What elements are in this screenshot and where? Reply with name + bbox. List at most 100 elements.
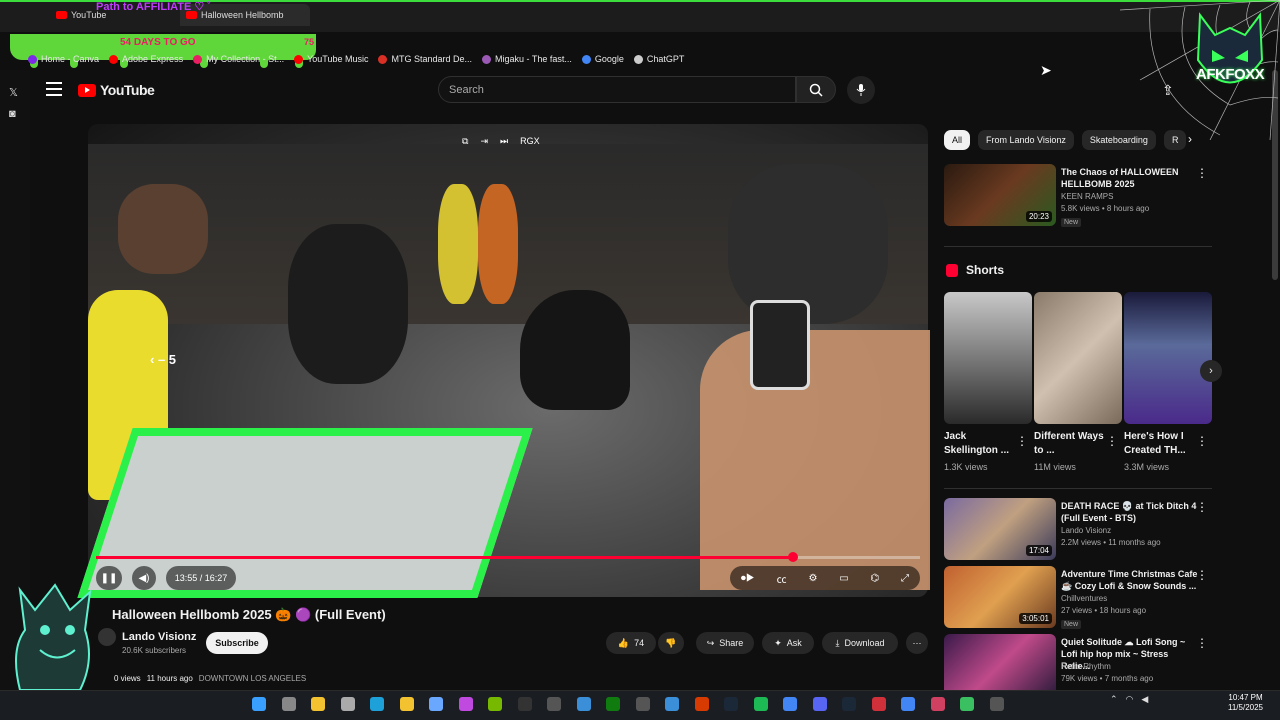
task-view-icon[interactable] [281, 697, 296, 711]
x-twitter-icon[interactable]: 𝕏 [9, 86, 18, 99]
recommendation-title[interactable]: Adventure Time Christmas Cafe ☕ Cozy Lof… [1061, 568, 1199, 592]
subscribe-button[interactable]: Subscribe [206, 632, 268, 654]
like-button[interactable]: 👍 74 [606, 632, 656, 654]
video-thumbnail[interactable]: 20:23 [944, 164, 1056, 226]
chip-from-channel[interactable]: From Lando Visionz [978, 130, 1074, 150]
recommendation-channel[interactable]: KEEN RAMPS [1061, 192, 1113, 201]
speaker-icon[interactable]: ◀ [1141, 694, 1148, 705]
more-vert-icon[interactable]: ⋮ [1196, 568, 1208, 582]
theater-icon[interactable]: ⇥ [480, 136, 488, 147]
search-input[interactable]: Search [438, 76, 796, 103]
bookmark-my-collection[interactable]: My Collection - St... [193, 54, 284, 64]
channel-name[interactable]: Lando Visionz [122, 631, 196, 643]
bookmark-chatgpt[interactable]: ChatGPT [633, 54, 684, 64]
obs2-icon[interactable] [930, 697, 945, 711]
fullscreen-icon[interactable]: ⤢ [901, 573, 909, 584]
windows-start-icon[interactable] [252, 697, 266, 711]
app4-icon[interactable] [989, 697, 1004, 711]
more-vert-icon[interactable]: ⋮ [1196, 500, 1208, 514]
chevron-up-icon[interactable]: ⌃ [1110, 694, 1118, 705]
next-icon[interactable]: ⏭ [500, 136, 508, 147]
more-vert-icon[interactable]: ⋮ [1106, 434, 1118, 448]
office-icon[interactable] [694, 697, 709, 711]
more-vert-icon[interactable]: ⋮ [1196, 434, 1208, 448]
short-title[interactable]: Here's How I Created TH... [1124, 430, 1200, 458]
system-tray: ⌃ ◠ ◀ [1110, 694, 1148, 705]
recommendation-item[interactable]: 17:04 DEATH RACE 💀 at Tick Ditch 4 (Full… [944, 498, 1212, 562]
voice-search-button[interactable] [847, 76, 875, 104]
recommendation-title[interactable]: The Chaos of HALLOWEEN HELLBOMB 2025 [1061, 166, 1199, 190]
recommendation-item[interactable]: 3:05:01 Adventure Time Christmas Cafe ☕ … [944, 566, 1212, 630]
spotify-icon[interactable] [753, 697, 768, 711]
network-icon[interactable]: ◠ [1126, 694, 1134, 705]
settings-icon[interactable] [340, 697, 355, 711]
taskbar-clock[interactable]: 10:47 PM 11/5/2025 [1228, 693, 1263, 713]
copilot-icon[interactable] [458, 697, 473, 711]
chip-all[interactable]: All [944, 130, 971, 150]
recommendation-channel[interactable]: Lando Visionz [1061, 526, 1111, 535]
short-thumbnail[interactable] [1124, 292, 1212, 424]
steam-icon[interactable] [724, 697, 738, 711]
more-vert-icon[interactable]: ⋮ [1196, 166, 1208, 180]
settings-icon[interactable]: ⚙ [808, 573, 817, 584]
video-meta: 0 views 11 hours ago DOWNTOWN LOS ANGELE… [114, 674, 306, 683]
photos-icon[interactable] [576, 697, 591, 711]
xbox-icon[interactable] [606, 697, 620, 711]
volume-button[interactable]: ◀) [132, 566, 156, 590]
bookmark-adobe-express[interactable]: Adobe Express [109, 54, 183, 64]
short-thumbnail[interactable] [944, 292, 1032, 424]
bookmark-canva[interactable]: Home - Canva [28, 54, 99, 64]
explorer-icon[interactable] [399, 697, 414, 711]
download-button[interactable]: ⤓ Download [822, 632, 898, 654]
more-vert-icon[interactable]: ⋮ [1196, 636, 1208, 650]
adobe-icon [109, 54, 119, 64]
recommendation-channel[interactable]: Chillventures [1061, 594, 1107, 603]
davinci-icon[interactable] [517, 697, 532, 711]
video-thumbnail[interactable] [944, 634, 1056, 690]
share-button[interactable]: ↪ Share [696, 632, 754, 654]
bookmark-youtube-music[interactable]: YouTube Music [294, 54, 368, 64]
app2-icon[interactable] [871, 697, 886, 711]
more-actions-button[interactable]: ⋯ [906, 632, 928, 654]
discord-icon[interactable] [812, 697, 827, 711]
cast-icon[interactable]: ⌬ [871, 573, 880, 584]
autoplay-toggle-icon[interactable]: ⏺▶ [741, 573, 755, 584]
app-icon[interactable] [665, 697, 679, 711]
chrome2-icon[interactable] [901, 697, 915, 711]
search-button[interactable] [796, 76, 836, 103]
files-icon[interactable] [311, 697, 325, 711]
shorts-next-button[interactable]: › [1200, 360, 1222, 382]
steam2-icon[interactable] [842, 697, 856, 711]
app3-icon[interactable] [960, 697, 974, 711]
video-thumbnail[interactable]: 17:04 [944, 498, 1056, 560]
recommendation-item[interactable]: 20:23 The Chaos of HALLOWEEN HELLBOMB 20… [944, 164, 1212, 228]
recommendation-item[interactable]: Quiet Solitude ☁ Lofi Song ~ Lofi hip ho… [944, 634, 1212, 690]
short-title[interactable]: Different Ways to ... [1034, 430, 1110, 458]
ask-button[interactable]: ✦ Ask [762, 632, 814, 654]
notepad-icon[interactable] [429, 697, 443, 711]
location-tag[interactable]: DOWNTOWN LOS ANGELES [199, 674, 306, 683]
search-icon [809, 83, 823, 97]
miniplayer-icon[interactable]: ⧉ [462, 136, 468, 147]
bookmark-mtg[interactable]: MTG Standard De... [378, 54, 472, 64]
bookmark-migaku[interactable]: Migaku - The fast... [482, 54, 572, 64]
short-title[interactable]: Jack Skellington ... [944, 430, 1020, 458]
menu-icon[interactable] [46, 82, 62, 96]
recommendation-title[interactable]: DEATH RACE 💀 at Tick Ditch 4 (Full Event… [1061, 500, 1199, 524]
discord-icon[interactable]: ◙ [9, 108, 16, 120]
chrome-icon[interactable] [783, 697, 797, 711]
dislike-button[interactable]: 👎 [658, 632, 684, 654]
rgx-label[interactable]: RGX [520, 136, 540, 147]
terminal-icon[interactable] [547, 697, 561, 711]
bookmark-google[interactable]: Google [581, 54, 624, 64]
obs-icon[interactable] [635, 697, 650, 711]
video-thumbnail[interactable]: 3:05:01 [944, 566, 1056, 628]
edge-icon[interactable] [370, 697, 384, 711]
recommendation-channel[interactable]: Retro-Rhythm [1061, 662, 1111, 671]
more-vert-icon[interactable]: ⋮ [1016, 434, 1028, 448]
miniplayer-icon[interactable]: ▭ [839, 573, 848, 584]
captions-icon[interactable]: ㏄ [777, 571, 787, 586]
nvidia-icon[interactable] [488, 697, 502, 711]
youtube-logo[interactable]: YouTube [78, 82, 155, 98]
short-thumbnail[interactable] [1034, 292, 1122, 424]
